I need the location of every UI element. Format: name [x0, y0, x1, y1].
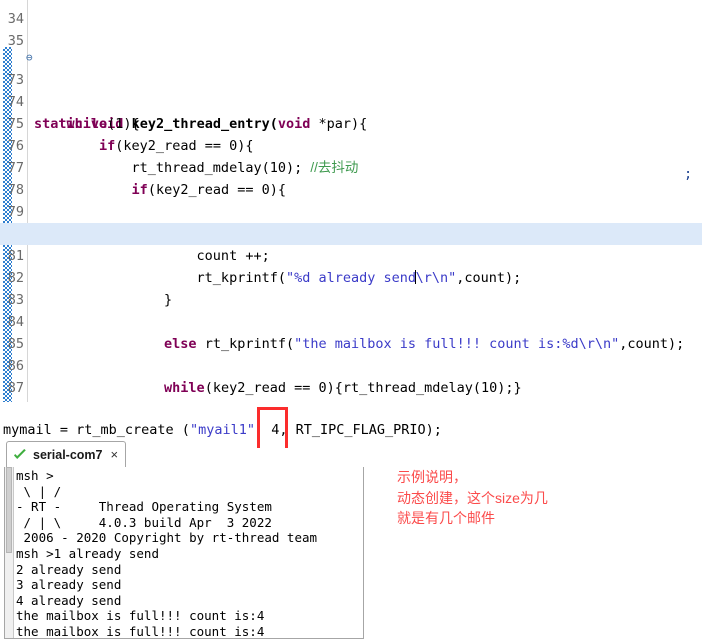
code-row[interactable]: 82 } — [0, 245, 702, 308]
code-row[interactable]: 86 while(key2_read == 0){rt_thread_mdela… — [0, 333, 702, 396]
screen-root: 34 35 uint8_t count = 0; 36 73 ⊖ static … — [0, 0, 702, 639]
terminal-output: msh > \ | / - RT - Thread Operating Syst… — [16, 468, 318, 639]
code-row-active[interactable]: 81 rt_kprintf("%d already send\r\n",coun… — [0, 223, 702, 286]
code-editor[interactable]: 34 35 uint8_t count = 0; 36 73 ⊖ static … — [0, 0, 702, 448]
console-panel[interactable]: serial-com7 × msh > \ | / - RT - Thread … — [4, 440, 364, 639]
code-row[interactable]: 75 if(key2_read == 0){ — [0, 91, 702, 154]
code-row[interactable]: 77 if(key2_read == 0){ — [0, 135, 702, 198]
code-row[interactable]: 89 rt_thread_mdelay(1); — [0, 399, 702, 402]
console-tabstrip[interactable]: serial-com7 × — [4, 440, 364, 468]
code-row-partial-above: 34 — [0, 0, 65, 27]
stray-semicolon-artifact: ; — [684, 166, 693, 182]
terminal-body[interactable]: msh > \ | / - RT - Thread Operating Syst… — [4, 467, 364, 639]
code-row[interactable]: 74 while(1){ — [0, 69, 702, 132]
editor-main-pane[interactable]: 73 ⊖ static void key2_thread_entry(void … — [0, 47, 702, 402]
code-row[interactable]: 85 — [0, 311, 702, 352]
tab-serial-com7[interactable]: serial-com7 × — [6, 441, 127, 468]
token-plain: mymail = rt_mb_create ( — [3, 422, 190, 438]
editor-top-fragment-pane[interactable]: 34 35 uint8_t count = 0; 36 — [0, 0, 702, 47]
code-row[interactable]: 73 ⊖ static void key2_thread_entry(void … — [0, 47, 702, 132]
close-icon[interactable]: × — [110, 448, 118, 461]
code-row[interactable]: 83 — [0, 267, 702, 308]
fold-collapse-icon[interactable]: ⊖ — [26, 47, 38, 69]
code-row[interactable]: 84 else rt_kprintf("the mailbox is full!… — [0, 289, 702, 352]
code-row[interactable]: 79 if(rt_mb_send(mymail,(rt_uint32_t)&ma… — [0, 179, 702, 242]
code-row[interactable]: 78 — [0, 157, 702, 198]
terminal-scrollbar[interactable] — [5, 467, 14, 638]
scrollbar-thumb[interactable] — [6, 467, 12, 553]
code-row[interactable]: 80 count ++; — [0, 201, 702, 264]
check-ok-icon — [13, 448, 27, 462]
code-row[interactable]: 76 rt_thread_mdelay(10); //去抖动 — [0, 113, 702, 176]
token-string: "myail1" — [189, 422, 255, 438]
code-row-35[interactable]: 35 uint8_t count = 0; — [0, 8, 65, 47]
code-row[interactable]: 88 } — [0, 377, 702, 399]
bare-code-line[interactable]: mymail = rt_mb_create ("myail1", 4, RT_I… — [0, 418, 702, 442]
red-annotation-box — [257, 407, 288, 448]
tab-label: serial-com7 — [33, 447, 103, 462]
code-row-partial-below: 36 — [0, 30, 65, 47]
code-row[interactable]: 87 } — [0, 355, 702, 396]
token-plain: RT_IPC_FLAG_PRIO); — [295, 422, 442, 438]
chinese-annotation-text: 示例说明， 动态创建，这个size为几 就是有几个邮件 — [397, 469, 548, 526]
